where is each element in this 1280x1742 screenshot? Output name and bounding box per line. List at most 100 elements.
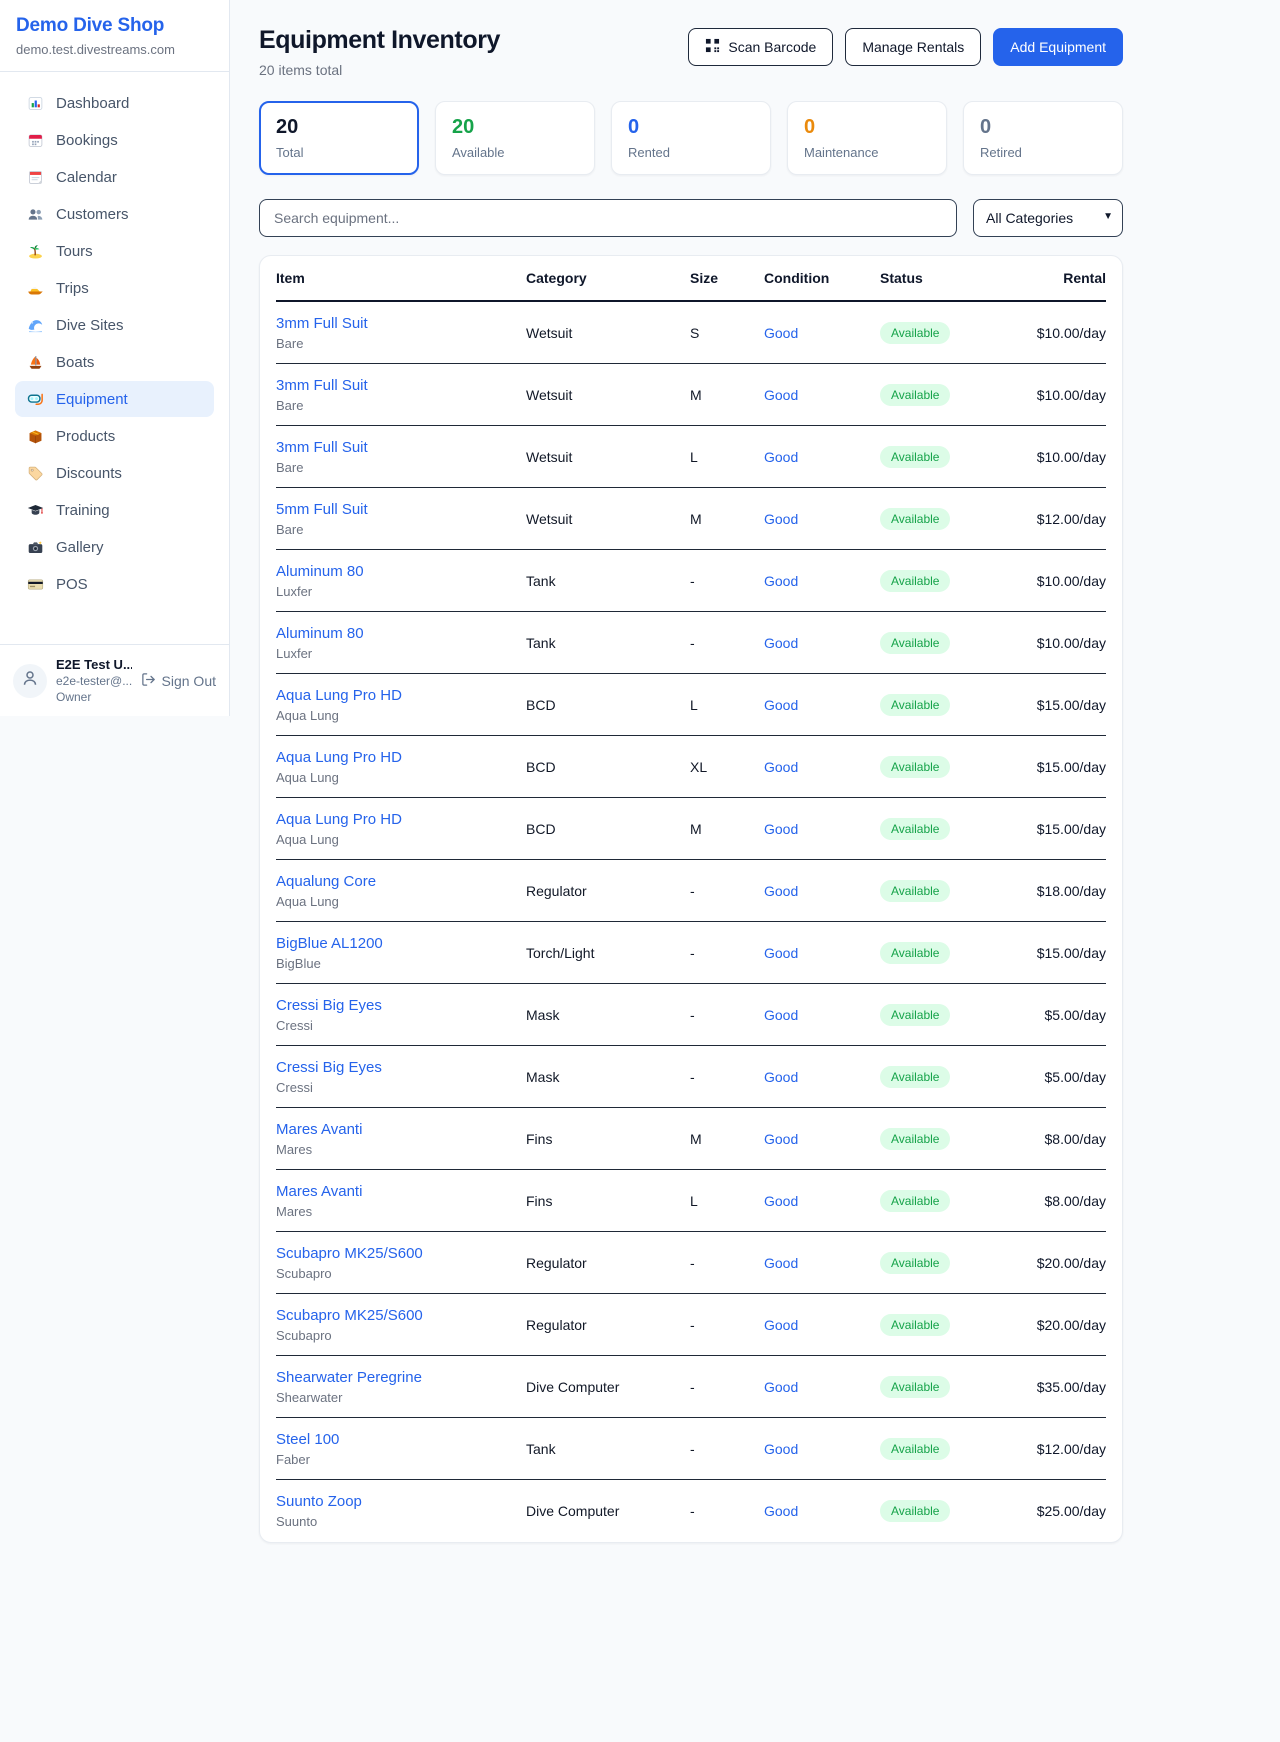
item-name-link[interactable]: Mares Avanti: [276, 1183, 362, 1200]
condition-link[interactable]: Good: [764, 1069, 798, 1085]
rental-price: $8.00/day: [1030, 1131, 1106, 1147]
item-name-link[interactable]: Cressi Big Eyes: [276, 997, 382, 1014]
user-section: E2E Test U... e2e-tester@... Owner Sign …: [0, 644, 229, 716]
stat-label: Available: [452, 145, 578, 160]
category-select[interactable]: All Categories: [973, 199, 1123, 237]
condition-link[interactable]: Good: [764, 387, 798, 403]
item-category: BCD: [526, 697, 690, 713]
condition-link[interactable]: Good: [764, 1441, 798, 1457]
sidebar-item-dive-sites[interactable]: Dive Sites: [15, 307, 214, 343]
item-name-link[interactable]: Aqua Lung Pro HD: [276, 811, 402, 828]
item-size: M: [690, 1131, 764, 1147]
sidebar-item-gallery[interactable]: Gallery: [15, 529, 214, 565]
table-row: 3mm Full Suit Bare Wetsuit S Good Availa…: [276, 302, 1106, 364]
item-brand: Bare: [276, 398, 526, 413]
item-category: Dive Computer: [526, 1503, 690, 1519]
condition-link[interactable]: Good: [764, 883, 798, 899]
condition-link[interactable]: Good: [764, 821, 798, 837]
scan-barcode-button[interactable]: Scan Barcode: [688, 28, 833, 66]
stat-card-maintenance[interactable]: 0 Maintenance: [787, 101, 947, 175]
condition-link[interactable]: Good: [764, 511, 798, 527]
avatar: [13, 664, 47, 698]
item-name-link[interactable]: 3mm Full Suit: [276, 439, 368, 456]
sidebar-item-customers[interactable]: Customers: [15, 196, 214, 232]
rental-price: $5.00/day: [1030, 1069, 1106, 1085]
wave-icon: [25, 316, 45, 334]
item-name-link[interactable]: Cressi Big Eyes: [276, 1059, 382, 1076]
item-name-link[interactable]: Scubapro MK25/S600: [276, 1307, 423, 1324]
condition-link[interactable]: Good: [764, 635, 798, 651]
item-size: L: [690, 1193, 764, 1209]
sidebar-item-calendar[interactable]: Calendar: [15, 159, 214, 195]
item-name-link[interactable]: Suunto Zoop: [276, 1493, 362, 1510]
rental-price: $10.00/day: [1030, 325, 1106, 341]
condition-link[interactable]: Good: [764, 449, 798, 465]
item-name-link[interactable]: Mares Avanti: [276, 1121, 362, 1138]
item-name-link[interactable]: Aqualung Core: [276, 873, 376, 890]
add-equipment-button[interactable]: Add Equipment: [993, 28, 1123, 66]
sidebar-item-equipment[interactable]: Equipment: [15, 381, 214, 417]
item-category: Fins: [526, 1193, 690, 1209]
condition-link[interactable]: Good: [764, 1255, 798, 1271]
sidebar-item-training[interactable]: Training: [15, 492, 214, 528]
item-name-link[interactable]: 3mm Full Suit: [276, 377, 368, 394]
item-name-link[interactable]: Steel 100: [276, 1431, 339, 1448]
table-row: Aluminum 80 Luxfer Tank - Good Available…: [276, 612, 1106, 674]
rental-price: $35.00/day: [1030, 1379, 1106, 1395]
condition-link[interactable]: Good: [764, 1503, 798, 1519]
category-select-wrap: All Categories ▼: [973, 199, 1123, 237]
item-category: Wetsuit: [526, 325, 690, 341]
item-category: Torch/Light: [526, 945, 690, 961]
page-header: Equipment Inventory 20 items total: [259, 26, 1123, 78]
item-category: Mask: [526, 1007, 690, 1023]
sidebar-item-pos[interactable]: POS: [15, 566, 214, 602]
condition-link[interactable]: Good: [764, 1007, 798, 1023]
item-brand: Aqua Lung: [276, 770, 526, 785]
rental-price: $8.00/day: [1030, 1193, 1106, 1209]
search-input[interactable]: [259, 199, 957, 237]
stat-card-total[interactable]: 20 Total: [259, 101, 419, 175]
sidebar-item-dashboard[interactable]: Dashboard: [15, 85, 214, 121]
condition-link[interactable]: Good: [764, 1317, 798, 1333]
item-size: -: [690, 1069, 764, 1085]
item-name-link[interactable]: 3mm Full Suit: [276, 315, 368, 332]
barcode-icon: [705, 38, 720, 56]
status-badge: Available: [880, 756, 950, 778]
page-title: Equipment Inventory: [259, 26, 500, 55]
condition-link[interactable]: Good: [764, 573, 798, 589]
dive-mask-icon: [25, 390, 45, 408]
condition-link[interactable]: Good: [764, 697, 798, 713]
item-category: Tank: [526, 635, 690, 651]
sidebar-item-trips[interactable]: Trips: [15, 270, 214, 306]
item-name-link[interactable]: Aluminum 80: [276, 625, 364, 642]
stat-card-retired[interactable]: 0 Retired: [963, 101, 1123, 175]
filters-row: All Categories ▼: [259, 199, 1123, 237]
stat-card-rented[interactable]: 0 Rented: [611, 101, 771, 175]
condition-link[interactable]: Good: [764, 1193, 798, 1209]
condition-link[interactable]: Good: [764, 1379, 798, 1395]
speedboat-icon: [25, 279, 45, 297]
item-name-link[interactable]: BigBlue AL1200: [276, 935, 383, 952]
sidebar-item-tours[interactable]: Tours: [15, 233, 214, 269]
item-name-link[interactable]: Aqua Lung Pro HD: [276, 687, 402, 704]
manage-rentals-button[interactable]: Manage Rentals: [845, 28, 981, 66]
sign-out-button[interactable]: Sign Out: [141, 672, 216, 690]
item-name-link[interactable]: Scubapro MK25/S600: [276, 1245, 423, 1262]
sidebar-item-products[interactable]: Products: [15, 418, 214, 454]
condition-link[interactable]: Good: [764, 325, 798, 341]
column-header-category: Category: [526, 270, 690, 286]
status-badge: Available: [880, 446, 950, 468]
item-category: Wetsuit: [526, 511, 690, 527]
sidebar-item-boats[interactable]: Boats: [15, 344, 214, 380]
condition-link[interactable]: Good: [764, 945, 798, 961]
sidebar-item-discounts[interactable]: Discounts: [15, 455, 214, 491]
item-name-link[interactable]: Aluminum 80: [276, 563, 364, 580]
condition-link[interactable]: Good: [764, 1131, 798, 1147]
rental-price: $12.00/day: [1030, 1441, 1106, 1457]
stat-card-available[interactable]: 20 Available: [435, 101, 595, 175]
item-name-link[interactable]: Aqua Lung Pro HD: [276, 749, 402, 766]
sidebar-item-bookings[interactable]: Bookings: [15, 122, 214, 158]
item-name-link[interactable]: 5mm Full Suit: [276, 501, 368, 518]
condition-link[interactable]: Good: [764, 759, 798, 775]
item-name-link[interactable]: Shearwater Peregrine: [276, 1369, 422, 1386]
